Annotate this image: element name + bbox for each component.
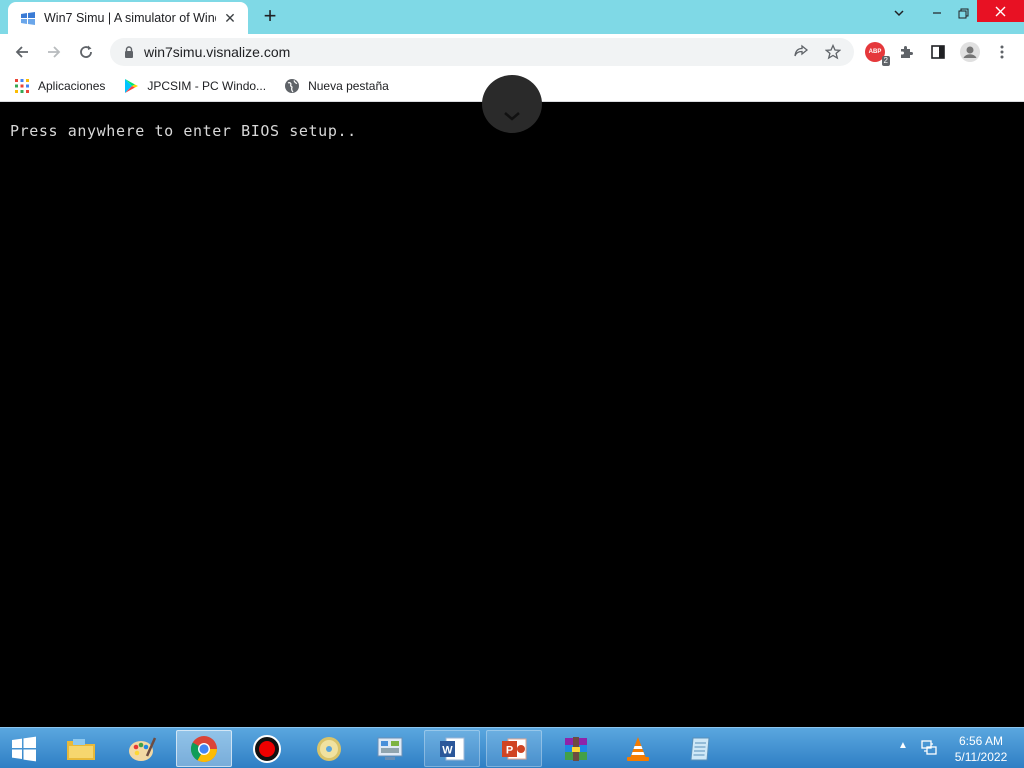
restore-button[interactable]: [950, 0, 976, 26]
back-button[interactable]: [8, 38, 36, 66]
bookmark-label: Nueva pestaña: [308, 78, 389, 93]
address-bar[interactable]: win7simu.visnalize.com: [110, 38, 854, 66]
side-panel-icon[interactable]: [926, 40, 950, 64]
tab-close-icon[interactable]: ✕: [222, 10, 238, 26]
forward-arrow-icon: [48, 46, 61, 58]
disc-icon: [317, 736, 341, 761]
reload-button[interactable]: [72, 38, 100, 66]
extensions-puzzle-icon[interactable]: [894, 40, 918, 64]
show-hidden-icons-icon[interactable]: ▲: [898, 740, 912, 754]
vlc-cone-icon: [627, 736, 649, 761]
bios-prompt-text: Press anywhere to enter BIOS setup..: [10, 122, 357, 140]
clock-time: 6:56 AM: [958, 734, 1004, 748]
svg-text:P: P: [506, 744, 513, 756]
taskbar-notepad[interactable]: [672, 730, 728, 767]
tab-title: Win7 Simu | A simulator of Wind: [44, 11, 216, 25]
word-icon: W: [440, 737, 465, 760]
archive-icon: [565, 736, 587, 761]
fullscreen-toggle-button[interactable]: [482, 75, 542, 133]
simulator-screen[interactable]: Press anywhere to enter BIOS setup..: [0, 75, 1024, 727]
adblock-count: 2: [881, 56, 890, 66]
apps-grid-icon: [15, 78, 29, 93]
play-store-icon: [125, 78, 139, 93]
taskbar-control-panel[interactable]: [362, 730, 418, 767]
taskbar-screen-recorder[interactable]: [239, 730, 295, 767]
taskbar-dvd-player[interactable]: [301, 730, 357, 767]
taskbar-chrome[interactable]: [176, 730, 232, 767]
profile-avatar-icon[interactable]: [958, 40, 982, 64]
taskbar-winrar[interactable]: [548, 730, 604, 767]
reload-icon: [80, 45, 92, 58]
browser-tab[interactable]: Win7 Simu | A simulator of Wind ✕: [8, 2, 248, 34]
taskbar-word[interactable]: W: [424, 730, 480, 767]
bookmark-jpcsim[interactable]: JPCSIM - PC Windo...: [123, 78, 266, 94]
adblock-badge: ABP: [868, 49, 882, 55]
bookmark-label: Aplicaciones: [38, 78, 106, 93]
browser-menu-icon[interactable]: [990, 40, 1014, 64]
adblock-extension-icon[interactable]: ABP 2: [863, 40, 890, 66]
taskbar-paint[interactable]: [114, 730, 170, 767]
tab-strip: Win7 Simu | A simulator of Wind ✕ +: [0, 0, 1024, 34]
clock-date: 5/11/2022: [954, 750, 1008, 764]
globe-icon: [285, 78, 300, 93]
lock-icon[interactable]: [122, 45, 136, 59]
record-icon: [253, 734, 281, 763]
network-icon[interactable]: [920, 739, 938, 757]
forward-button[interactable]: [40, 38, 68, 66]
new-tab-button[interactable]: +: [258, 5, 282, 29]
minimize-button[interactable]: [922, 0, 952, 26]
svg-text:W: W: [442, 744, 453, 756]
taskbar: W P ▲ 6:56 AM 5/11/2022: [0, 727, 1024, 768]
windows-logo-icon: [12, 736, 36, 762]
bookmark-label: JPCSIM - PC Windo...: [147, 78, 267, 93]
powerpoint-icon: P: [502, 738, 527, 759]
share-icon[interactable]: [790, 41, 812, 63]
windows-simulator-icon: [21, 12, 35, 25]
control-panel-icon: [377, 737, 403, 760]
close-window-button[interactable]: [977, 0, 1024, 22]
taskbar-powerpoint[interactable]: P: [486, 730, 542, 767]
taskbar-file-explorer[interactable]: [53, 730, 109, 767]
chevron-down-icon: [504, 112, 520, 121]
bookmark-star-icon[interactable]: [822, 41, 844, 63]
bookmark-new-tab[interactable]: Nueva pestaña: [284, 78, 389, 94]
back-arrow-icon: [15, 46, 28, 58]
browser-toolbar: win7simu.visnalize.com ABP 2: [0, 34, 1024, 70]
bookmark-apps[interactable]: Aplicaciones: [14, 78, 105, 94]
start-button[interactable]: [4, 732, 44, 766]
tab-search-icon[interactable]: [884, 0, 914, 26]
folder-icon: [67, 738, 95, 760]
notepad-icon: [690, 737, 710, 760]
taskbar-vlc[interactable]: [610, 730, 666, 767]
url-text[interactable]: win7simu.visnalize.com: [144, 44, 290, 60]
paint-palette-icon: [129, 736, 157, 761]
chrome-icon: [190, 735, 218, 762]
system-clock[interactable]: 6:56 AM 5/11/2022: [946, 733, 1016, 765]
